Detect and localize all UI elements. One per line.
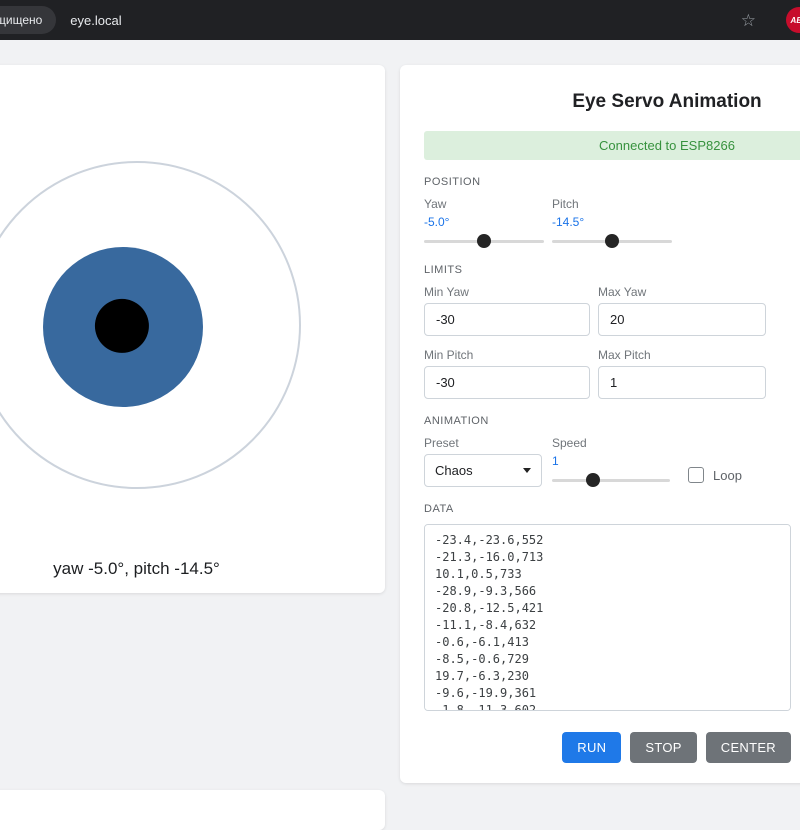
eye-outline-circle xyxy=(0,161,301,489)
speed-slider-thumb[interactable] xyxy=(586,473,601,487)
yaw-slider-thumb[interactable] xyxy=(477,234,491,248)
pitch-value: -14.5° xyxy=(552,215,585,229)
preset-field-group: Preset Chaos xyxy=(424,436,542,487)
pitch-slider[interactable] xyxy=(552,234,672,248)
section-label-animation: ANIMATION xyxy=(424,415,489,427)
max-yaw-input[interactable] xyxy=(598,303,766,336)
connection-status-badge: Connected to ESP8266 xyxy=(424,131,800,160)
speed-label: Speed xyxy=(552,436,587,450)
page-title: Eye Servo Animation xyxy=(572,91,762,112)
section-label-data: DATA xyxy=(424,503,454,515)
min-yaw-field-group: Min Yaw xyxy=(424,285,590,336)
preset-selected-value: Chaos xyxy=(435,463,473,478)
eye-pupil xyxy=(94,298,149,353)
max-pitch-field-group: Max Pitch xyxy=(598,348,766,399)
partial-bottom-card xyxy=(0,790,385,830)
servo-control-panel: Eye Servo Animation Connected to ESP8266… xyxy=(400,65,800,783)
limits-grid: Min Yaw Max Yaw Min Pitch Max Pitch xyxy=(424,285,800,399)
max-yaw-field-group: Max Yaw xyxy=(598,285,766,336)
run-button[interactable]: RUN xyxy=(562,732,622,763)
loop-field-group: Loop xyxy=(688,467,742,483)
animation-controls-row: Preset Chaos Speed 1 Loop xyxy=(424,436,800,487)
yaw-label: Yaw xyxy=(424,197,447,211)
stop-button[interactable]: STOP xyxy=(630,732,697,763)
eye-iris xyxy=(42,247,203,407)
action-button-row: RUN STOP CENTER xyxy=(424,732,791,763)
pitch-label: Pitch xyxy=(552,197,579,211)
max-pitch-input[interactable] xyxy=(598,366,766,399)
eye-preview-card: yaw -5.0°, pitch -14.5° xyxy=(0,65,385,593)
yaw-slider-group: Yaw -5.0° xyxy=(424,197,544,248)
section-label-limits: LIMITS xyxy=(424,264,463,276)
pitch-slider-group: Pitch -14.5° xyxy=(552,197,672,248)
preset-label: Preset xyxy=(424,436,459,450)
section-label-position: POSITION xyxy=(424,176,481,188)
speed-slider[interactable] xyxy=(552,473,670,487)
eye-position-caption: yaw -5.0°, pitch -14.5° xyxy=(53,559,220,578)
preset-select[interactable]: Chaos xyxy=(424,454,542,487)
center-button[interactable]: CENTER xyxy=(705,732,791,763)
speed-slider-group: Speed 1 xyxy=(552,436,670,487)
position-controls-row: Yaw -5.0° Pitch -14.5° xyxy=(424,197,800,248)
min-pitch-input[interactable] xyxy=(424,366,590,399)
max-pitch-label: Max Pitch xyxy=(598,348,651,362)
loop-checkbox[interactable] xyxy=(688,467,704,483)
speed-value: 1 xyxy=(552,454,559,468)
speed-slider-track xyxy=(552,479,670,482)
min-pitch-label: Min Pitch xyxy=(424,348,474,362)
address-bar-url[interactable]: eye.local xyxy=(70,13,121,28)
yaw-slider[interactable] xyxy=(424,234,544,248)
max-yaw-label: Max Yaw xyxy=(598,285,647,299)
pitch-slider-thumb[interactable] xyxy=(605,234,619,248)
min-yaw-input[interactable] xyxy=(424,303,590,336)
chevron-down-icon xyxy=(523,468,531,473)
adblock-extension-icon[interactable]: ABP xyxy=(786,7,800,33)
animation-data-textarea[interactable]: -23.4,-23.6,552 -21.3,-16.0,713 10.1,0.5… xyxy=(424,524,791,711)
site-security-chip[interactable]: щищено xyxy=(0,6,57,34)
browser-toolbar: щищено eye.local ☆ ABP xyxy=(0,0,800,40)
bookmark-star-icon[interactable]: ☆ xyxy=(741,12,756,29)
min-yaw-label: Min Yaw xyxy=(424,285,469,299)
loop-label: Loop xyxy=(713,467,742,483)
yaw-value: -5.0° xyxy=(424,215,450,229)
min-pitch-field-group: Min Pitch xyxy=(424,348,590,399)
